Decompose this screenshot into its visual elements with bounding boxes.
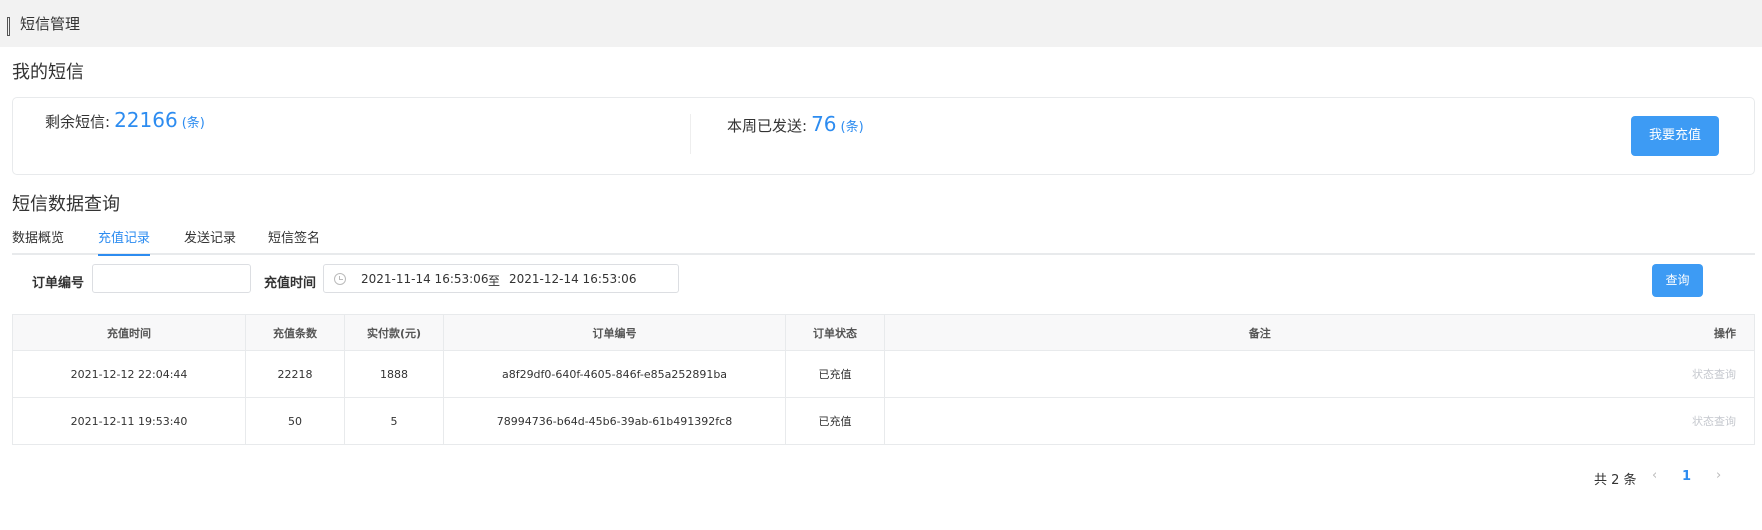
tab-sms-signature[interactable]: 短信签名 (268, 227, 320, 254)
recharge-button[interactable]: 我要充值 (1631, 116, 1719, 156)
sent-unit: (条) (840, 120, 864, 135)
query-title: 短信数据查询 (12, 194, 120, 215)
order-number-label: 订单编号 (32, 276, 85, 291)
header-bar-icon (7, 17, 10, 36)
cell-note (884, 350, 1635, 398)
column-header: 备注 (884, 314, 1635, 351)
column-header: 订单状态 (785, 314, 885, 351)
tab-recharge-records[interactable]: 充值记录 (98, 227, 151, 256)
status-query-link[interactable]: 状态查询 (1634, 350, 1755, 398)
my-sms-title: 我的短信 (12, 62, 84, 83)
recharge-time-label: 充值时间 (264, 276, 317, 291)
table-header-row: 充值时间 充值条数 实付款(元) 订单编号 订单状态 备注 操作 (12, 314, 1755, 351)
query-button[interactable]: 查询 (1652, 264, 1703, 297)
column-header: 充值条数 (245, 314, 345, 351)
tab-bar: 数据概览 充值记录 发送记录 短信签名 (12, 225, 1755, 256)
sent-value: 76 (811, 112, 837, 136)
cell-paid: 5 (344, 397, 444, 445)
cell-time: 2021-12-12 22:04:44 (12, 350, 246, 398)
prev-page-icon[interactable]: ‹ (1652, 468, 1657, 483)
page-title: 短信管理 (20, 15, 81, 33)
next-page-icon[interactable]: › (1716, 468, 1721, 483)
order-number-input[interactable] (92, 264, 251, 293)
remaining-value: 22166 (114, 108, 178, 132)
pagination-total: 共 2 条 (1594, 473, 1637, 488)
cell-status: 已充值 (785, 397, 885, 445)
tab-send-records[interactable]: 发送记录 (184, 227, 236, 254)
remaining-unit: (条) (181, 116, 205, 131)
sms-summary-card: 剩余短信: 22166 (条) 本周已发送: 76 (条) 我要充值 (12, 97, 1755, 175)
tab-data-overview[interactable]: 数据概览 (12, 227, 64, 254)
cell-order: a8f29df0-640f-4605-846f-e85a252891ba (443, 350, 786, 398)
column-header: 订单编号 (443, 314, 786, 351)
start-date[interactable]: 2021-11-14 16:53:06 (361, 272, 488, 286)
end-date[interactable]: 2021-12-14 16:53:06 (509, 272, 636, 286)
remaining-stat: 剩余短信: 22166 (条) (45, 108, 205, 132)
cell-paid: 1888 (344, 350, 444, 398)
remaining-label: 剩余短信: (45, 113, 111, 131)
sent-label: 本周已发送: (727, 117, 808, 135)
table-row: 2021-12-12 22:04:44 22218 1888 a8f29df0-… (12, 350, 1755, 398)
status-query-link[interactable]: 状态查询 (1634, 397, 1755, 445)
sent-stat: 本周已发送: 76 (条) (727, 112, 864, 136)
cell-count: 50 (245, 397, 345, 445)
page-number-current[interactable]: 1 (1682, 469, 1691, 484)
card-divider (690, 114, 691, 154)
cell-count: 22218 (245, 350, 345, 398)
recharge-table: 充值时间 充值条数 实付款(元) 订单编号 订单状态 备注 操作 2021-12… (12, 314, 1755, 445)
column-header: 操作 (1634, 314, 1755, 351)
column-header: 充值时间 (12, 314, 246, 351)
cell-note (884, 397, 1635, 445)
cell-order: 78994736-b64d-45b6-39ab-61b491392fc8 (443, 397, 786, 445)
cell-status: 已充值 (785, 350, 885, 398)
clock-icon (334, 273, 346, 285)
top-header: 短信管理 (0, 0, 1762, 47)
date-range-picker[interactable]: 2021-11-14 16:53:06 至 2021-12-14 16:53:0… (323, 264, 679, 293)
column-header: 实付款(元) (344, 314, 444, 351)
cell-time: 2021-12-11 19:53:40 (12, 397, 246, 445)
date-separator: 至 (488, 274, 501, 288)
table-row: 2021-12-11 19:53:40 50 5 78994736-b64d-4… (12, 397, 1755, 445)
